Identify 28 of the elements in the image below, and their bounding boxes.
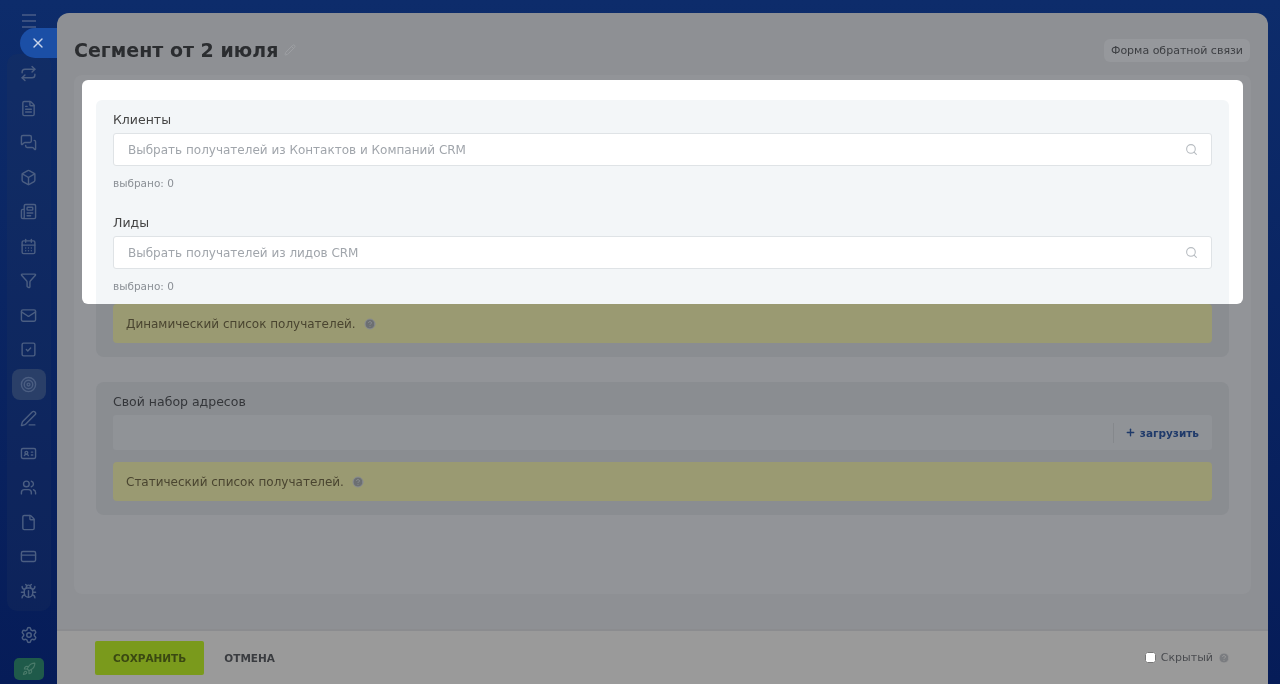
target-icon[interactable] <box>11 368 46 400</box>
checkbox-label: Скрытый <box>1160 651 1213 664</box>
upload-button[interactable]: загрузить <box>1112 422 1212 443</box>
rocket-icon[interactable] <box>13 658 44 680</box>
notice-text: Статический список получателей. <box>126 474 344 489</box>
cancel-button[interactable]: ОТМЕНА <box>218 650 281 665</box>
field-label: Клиенты <box>113 112 172 127</box>
page-title: Сегмент от 2 июля <box>74 39 279 61</box>
plus-icon <box>1124 427 1136 438</box>
search-icon[interactable] <box>1185 246 1198 259</box>
selected-count: выбрано: 0 <box>113 280 175 292</box>
save-button[interactable]: СОХРАНИТЬ <box>95 640 205 675</box>
hidden-checkbox[interactable] <box>1144 652 1156 663</box>
section-label: Свой набор адресов <box>113 394 247 409</box>
search-icon[interactable] <box>1185 143 1198 156</box>
address-field[interactable]: загрузить <box>113 415 1212 450</box>
close-button[interactable] <box>20 28 60 58</box>
help-icon[interactable] <box>1218 651 1230 664</box>
selected-count: выбрано: 0 <box>113 177 175 189</box>
search-field[interactable]: Выбрать получателей из лидов CRM <box>113 236 1212 269</box>
search-field[interactable]: Выбрать получателей из Контактов и Компаний CRM <box>113 133 1212 166</box>
help-icon[interactable] <box>363 317 376 330</box>
notice-text: Динамический список получателей. <box>126 316 356 331</box>
menu-icon[interactable] <box>21 14 36 28</box>
settings-icon[interactable] <box>19 626 38 644</box>
field-label: Лиды <box>113 215 151 230</box>
help-icon[interactable] <box>351 475 364 488</box>
feedback-button[interactable]: Форма обратной связи <box>1103 38 1250 62</box>
